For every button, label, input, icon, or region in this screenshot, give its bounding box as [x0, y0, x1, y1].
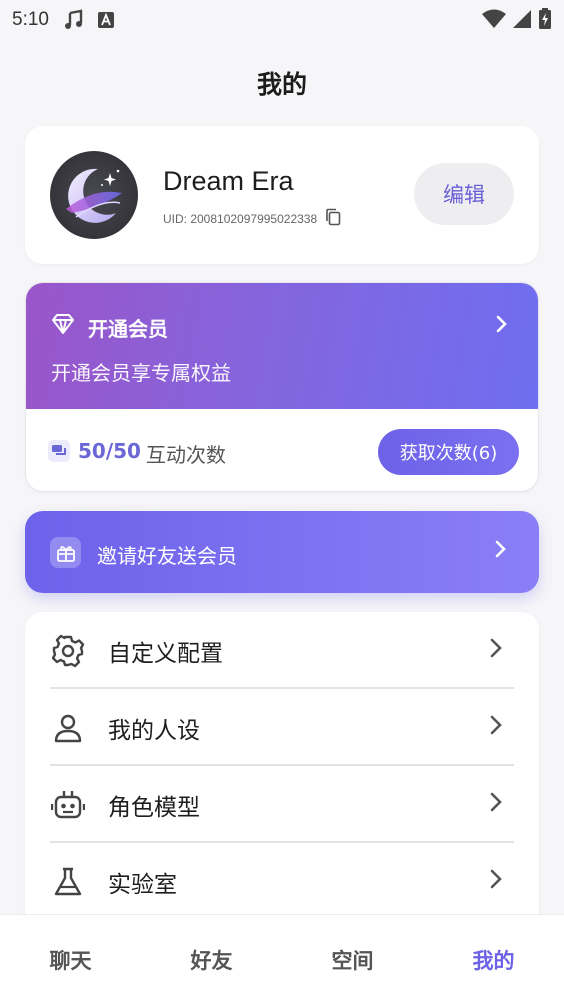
- chevron-right-icon: [490, 715, 502, 739]
- diamond-icon: [51, 313, 75, 339]
- tab-space[interactable]: 空间: [282, 915, 423, 1004]
- membership-title: 开通会员: [88, 317, 168, 341]
- text-a-icon: [95, 9, 117, 31]
- chevron-right-icon: [496, 315, 508, 337]
- gift-icon: [50, 537, 81, 568]
- chevron-right-icon: [490, 792, 502, 816]
- app-header: 我的: [0, 40, 564, 126]
- settings-menu: 自定义配置 我的人设 角色模型 实验室: [25, 612, 539, 932]
- invite-label: 邀请好友送会员: [97, 544, 237, 568]
- flask-icon: [50, 864, 86, 900]
- status-bar: 5:10: [0, 0, 564, 40]
- menu-item-label: 角色模型: [108, 794, 200, 821]
- copy-icon[interactable]: [325, 208, 341, 230]
- page-title: 我的: [256, 70, 307, 99]
- chat-bubbles-icon: [48, 440, 70, 466]
- chevron-right-icon: [490, 869, 502, 893]
- avatar[interactable]: [50, 151, 138, 239]
- tab-me[interactable]: 我的: [423, 915, 564, 1004]
- menu-item-label: 实验室: [108, 871, 177, 898]
- profile-card: Dream Era UID: 2008102097995022338 编辑: [25, 126, 539, 264]
- music-note-icon: [63, 9, 85, 31]
- interaction-count-label: 互动次数: [146, 443, 226, 467]
- invite-friends-card[interactable]: 邀请好友送会员: [25, 511, 539, 593]
- tab-friends[interactable]: 好友: [141, 915, 282, 1004]
- edit-profile-button[interactable]: 编辑: [414, 163, 514, 225]
- usage-row: 50/50 互动次数 获取次数(6): [26, 409, 538, 491]
- menu-item-custom-config[interactable]: 自定义配置: [50, 612, 514, 689]
- menu-item-lab[interactable]: 实验室: [50, 843, 514, 920]
- membership-banner[interactable]: 开通会员 开通会员享专属权益: [26, 283, 538, 409]
- membership-card: 开通会员 开通会员享专属权益 50/50 互动次数 获取次数(6): [25, 282, 539, 492]
- interaction-count: 50/50: [78, 439, 141, 463]
- uid-row: UID: 2008102097995022338: [163, 208, 341, 230]
- gear-icon: [50, 633, 86, 669]
- chevron-right-icon: [490, 638, 502, 662]
- bottom-nav: 聊天 好友 空间 我的: [0, 914, 564, 1004]
- status-time: 5:10: [12, 9, 49, 30]
- signal-icon: [512, 9, 532, 34]
- get-count-button[interactable]: 获取次数(6): [378, 429, 519, 475]
- battery-icon: [538, 8, 552, 35]
- profile-name: Dream Era: [163, 166, 294, 196]
- tab-chat[interactable]: 聊天: [0, 915, 141, 1004]
- wifi-icon: [482, 9, 506, 34]
- menu-item-my-persona[interactable]: 我的人设: [50, 689, 514, 766]
- robot-icon: [50, 787, 86, 823]
- membership-subtitle: 开通会员享专属权益: [51, 361, 231, 385]
- menu-item-label: 自定义配置: [108, 640, 223, 667]
- chevron-right-icon: [495, 540, 507, 562]
- uid-text: UID: 2008102097995022338: [163, 212, 318, 226]
- menu-item-character-model[interactable]: 角色模型: [50, 766, 514, 843]
- person-icon: [50, 710, 86, 746]
- menu-item-label: 我的人设: [108, 717, 200, 744]
